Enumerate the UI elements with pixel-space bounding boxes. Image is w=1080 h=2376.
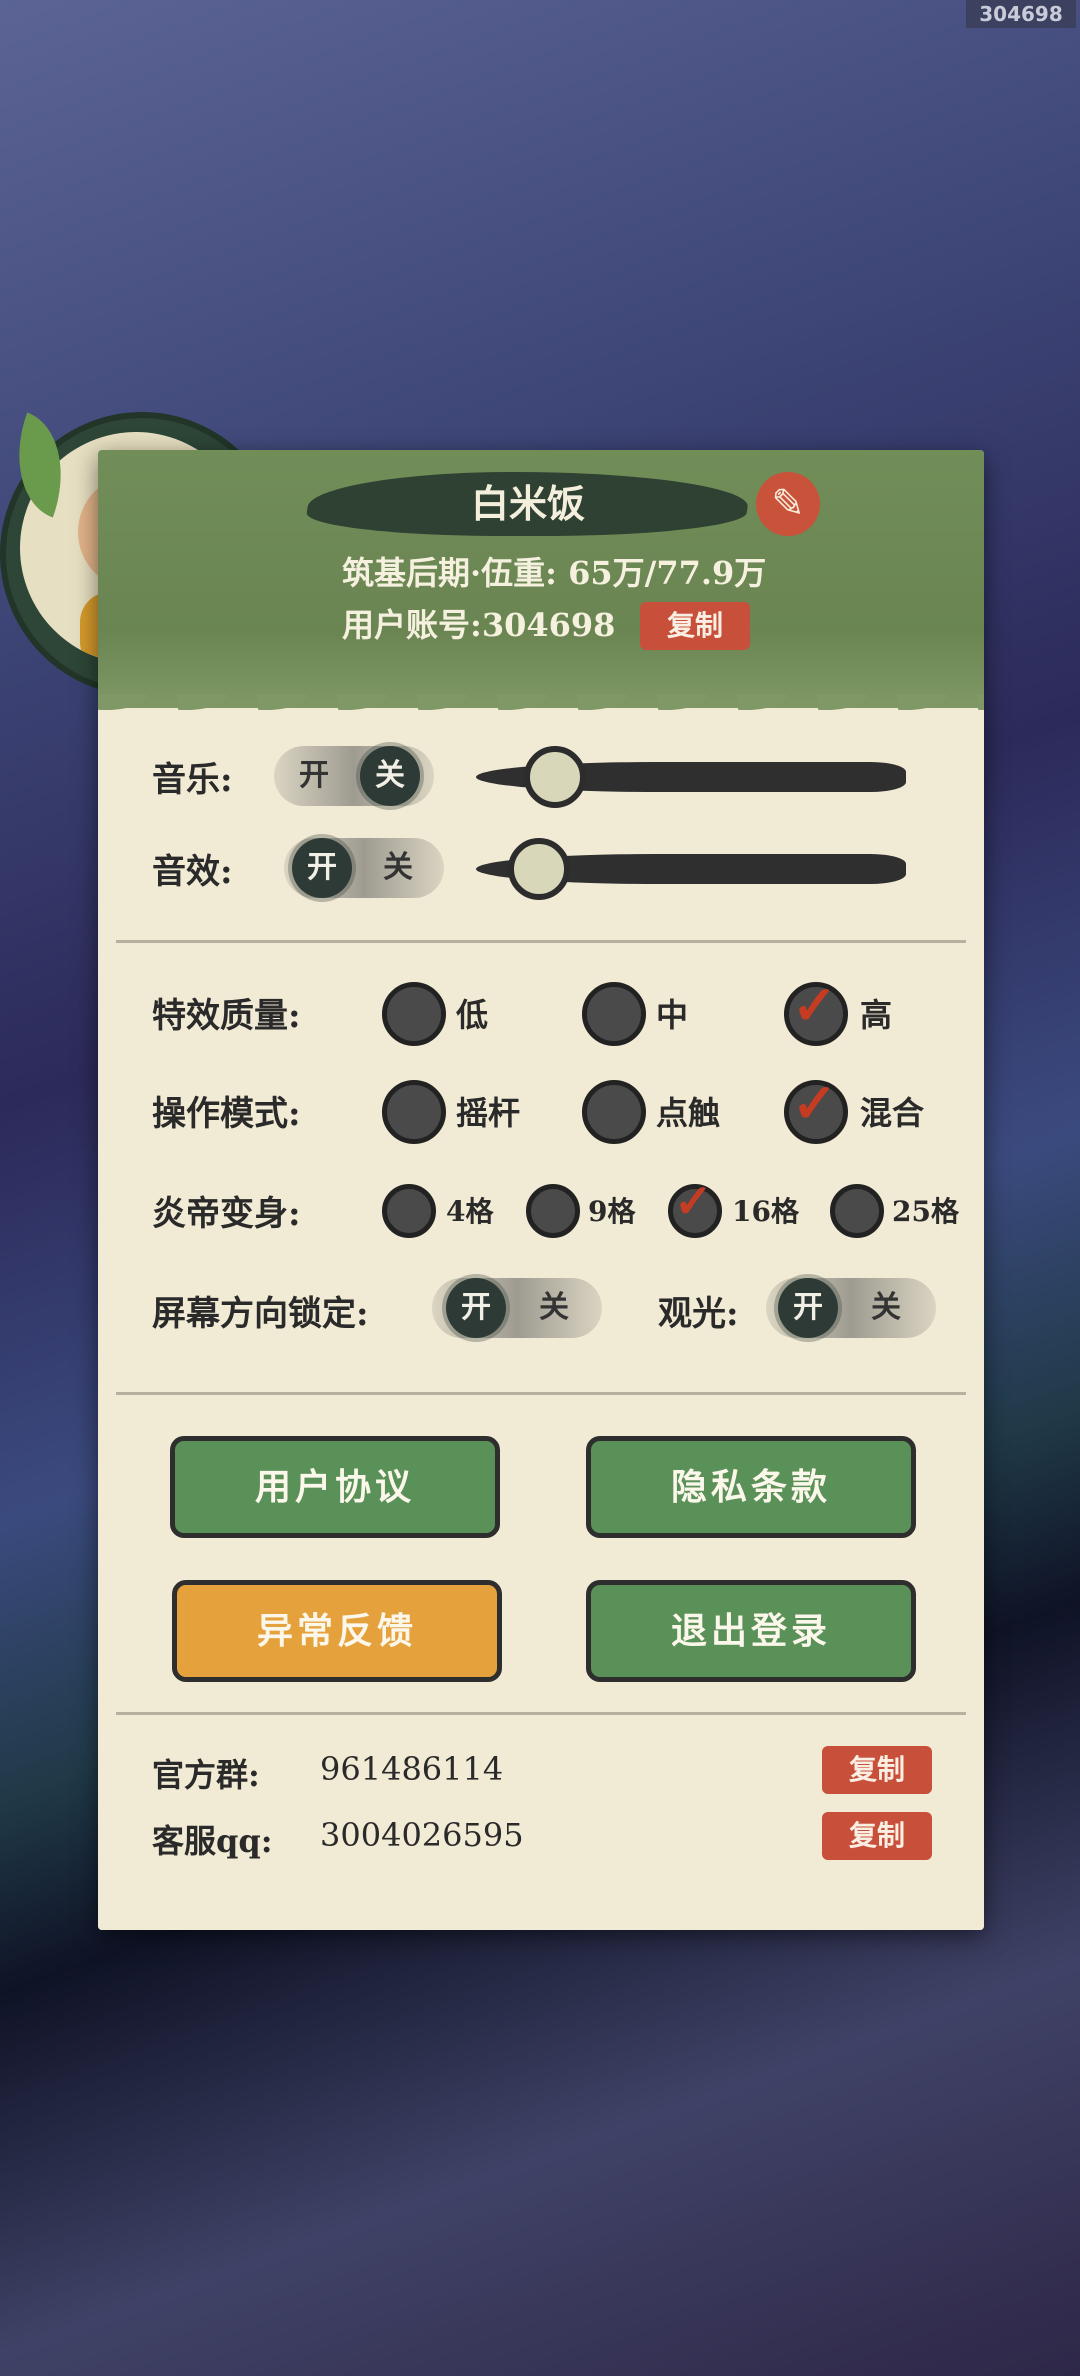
player-name: 白米饭 [470, 481, 585, 526]
sightseeing-on-option[interactable]: 开 [778, 1278, 838, 1338]
transform-16-label: 16格 [732, 1195, 799, 1228]
sfx-off-option[interactable]: 关 [368, 838, 428, 898]
orientation-off-option[interactable]: 关 [524, 1278, 584, 1338]
divider [116, 940, 966, 943]
transform-4-radio[interactable] [382, 1184, 436, 1238]
orientation-lock-label: 屏幕方向锁定: [152, 1294, 369, 1334]
control-tap-label: 点触 [656, 1094, 721, 1132]
control-mixed-label: 混合 [860, 1094, 925, 1132]
sfx-on-option[interactable]: 开 [292, 838, 352, 898]
service-qq-label: 客服qq: [152, 1822, 273, 1860]
orientation-lock-toggle[interactable]: 开 关 [432, 1278, 602, 1338]
official-group-label: 官方群: [152, 1756, 260, 1794]
music-off-option[interactable]: 关 [360, 746, 420, 806]
sightseeing-off-option[interactable]: 关 [856, 1278, 916, 1338]
transform-9-radio[interactable] [526, 1184, 580, 1238]
quality-mid-radio[interactable] [582, 982, 646, 1046]
divider [116, 1392, 966, 1395]
quality-high-label: 高 [860, 996, 893, 1034]
sfx-label: 音效: [152, 852, 233, 892]
settings-panel: 白米饭 ✎ 筑基后期·伍重: 65万/77.9万 用户账号:304698 复制 … [98, 450, 984, 1930]
divider [116, 1712, 966, 1715]
control-joystick-label: 摇杆 [456, 1094, 521, 1132]
effect-quality-label: 特效质量: [152, 996, 301, 1036]
transform-25-radio[interactable] [830, 1184, 884, 1238]
user-agreement-button[interactable]: 用户协议 [170, 1436, 500, 1538]
transform-label: 炎帝变身: [152, 1194, 301, 1234]
sfx-volume-knob[interactable] [508, 838, 570, 900]
orientation-on-option[interactable]: 开 [446, 1278, 506, 1338]
id-watermark: 304698 [966, 0, 1076, 28]
account-id: 用户账号:304698 [342, 606, 616, 644]
scroll-clip-edge [98, 1870, 984, 1930]
service-qq-number: 3004026595 [320, 1816, 524, 1854]
quality-low-label: 低 [456, 996, 489, 1034]
official-group-number: 961486114 [320, 1750, 504, 1788]
control-tap-radio[interactable] [582, 1080, 646, 1144]
checkmark-icon: ✓ [792, 973, 838, 1037]
transform-25-label: 25格 [892, 1195, 959, 1228]
music-toggle[interactable]: 开 关 [274, 746, 434, 806]
quality-low-radio[interactable] [382, 982, 446, 1046]
sightseeing-label: 观光: [658, 1294, 739, 1334]
music-on-option[interactable]: 开 [284, 746, 344, 806]
quality-mid-label: 中 [656, 996, 689, 1034]
music-label: 音乐: [152, 760, 233, 800]
sightseeing-toggle[interactable]: 开 关 [766, 1278, 936, 1338]
copy-group-button[interactable]: 复制 [822, 1746, 932, 1794]
edit-name-brush-icon[interactable]: ✎ [756, 472, 820, 536]
checkmark-icon: ✓ [674, 1174, 713, 1228]
feedback-button[interactable]: 异常反馈 [172, 1580, 502, 1682]
transform-9-label: 9格 [588, 1195, 636, 1228]
control-joystick-radio[interactable] [382, 1080, 446, 1144]
music-volume-knob[interactable] [524, 746, 586, 808]
privacy-button[interactable]: 隐私条款 [586, 1436, 916, 1538]
copy-service-button[interactable]: 复制 [822, 1812, 932, 1860]
checkmark-icon: ✓ [792, 1071, 838, 1135]
copy-account-button[interactable]: 复制 [640, 602, 750, 650]
cultivation-realm: 筑基后期·伍重: 65万/77.9万 [342, 554, 767, 592]
control-mode-label: 操作模式: [152, 1094, 301, 1134]
transform-4-label: 4格 [446, 1195, 494, 1228]
sfx-toggle[interactable]: 开 关 [284, 838, 444, 898]
logout-button[interactable]: 退出登录 [586, 1580, 916, 1682]
